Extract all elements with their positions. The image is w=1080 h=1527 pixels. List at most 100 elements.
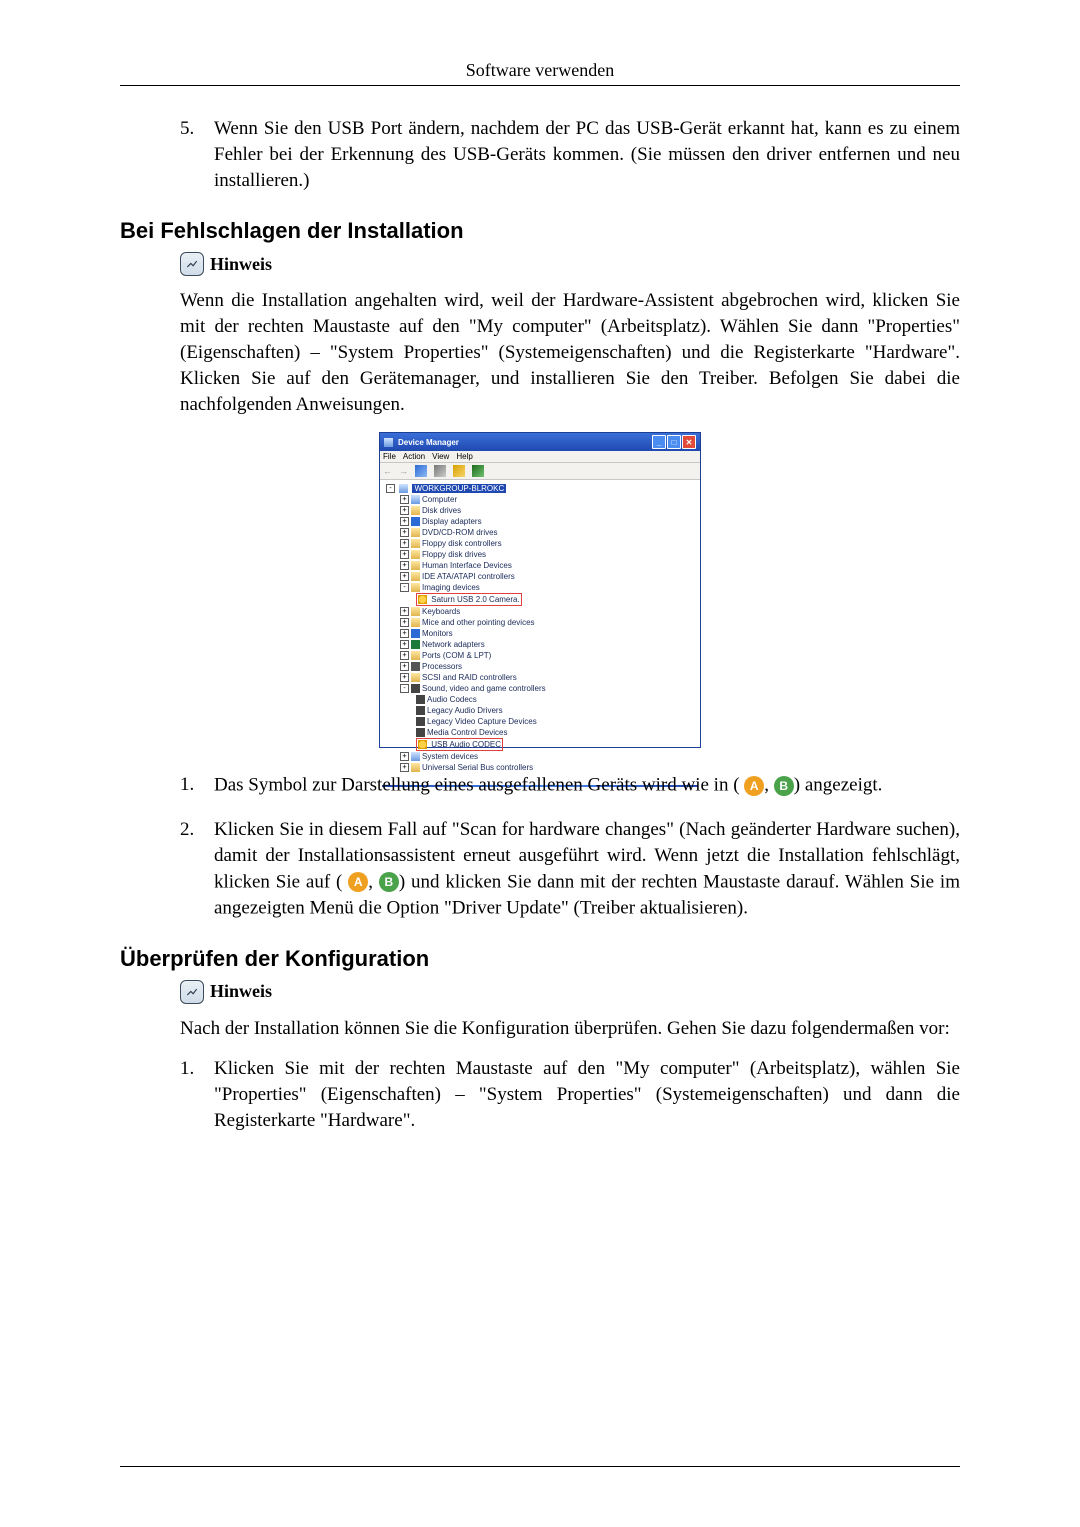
toggle-icon[interactable]: - [400, 684, 409, 693]
tree-item[interactable]: + Network adapters [400, 639, 698, 650]
tree-label: Imaging devices [422, 583, 480, 592]
nav-back-icon[interactable]: ← [383, 466, 392, 476]
device-manager-window: Device Manager _ □ ✕ File Action View He… [379, 432, 701, 748]
list-number: 2. [180, 817, 214, 922]
toggle-icon[interactable]: + [400, 673, 409, 682]
device-icon [411, 673, 420, 682]
toolbar-refresh-icon[interactable] [453, 465, 465, 477]
tree-label: IDE ATA/ATAPI controllers [422, 572, 515, 581]
maximize-button[interactable]: □ [667, 435, 681, 449]
hinweis-label: Hinweis [210, 981, 272, 1002]
toggle-icon[interactable]: + [400, 651, 409, 660]
menu-help[interactable]: Help [456, 452, 472, 461]
tree-label: Computer [422, 495, 457, 504]
dm-toolbar: ← → [380, 463, 700, 480]
toggle-icon[interactable]: + [400, 550, 409, 559]
tree-label: Network adapters [422, 640, 485, 649]
text-fragment: ) angezeigt. [794, 775, 883, 796]
list-item: 2. Klicken Sie in diesem Fall auf "Scan … [180, 817, 960, 922]
toggle-icon[interactable]: + [400, 572, 409, 581]
tree-item[interactable]: +SCSI and RAID controllers [400, 672, 698, 683]
computer-icon [399, 484, 408, 493]
tree-item[interactable]: +Monitors [400, 628, 698, 639]
text-fragment: Das Symbol zur Darstellung eines ausgefa… [214, 775, 740, 796]
tree-item[interactable]: +Processors [400, 661, 698, 672]
toggle-icon[interactable]: + [400, 629, 409, 638]
footer-divider [120, 1466, 960, 1467]
tree-item[interactable]: +DVD/CD-ROM drives [400, 527, 698, 538]
toolbar-print-icon[interactable] [434, 465, 446, 477]
tree-item[interactable]: + Display adapters [400, 516, 698, 527]
device-icon [416, 717, 425, 726]
tree-label: Floppy disk drives [422, 550, 486, 559]
tree-item[interactable]: Legacy Audio Drivers [416, 705, 698, 716]
tree-label: Human Interface Devices [422, 561, 512, 570]
minimize-button[interactable]: _ [652, 435, 666, 449]
section-title-check-config: Überprüfen der Konfiguration [120, 946, 960, 972]
device-icon [411, 506, 420, 515]
device-icon [416, 728, 425, 737]
tree-item[interactable]: + System devices [400, 751, 698, 762]
badge-a-icon: A [744, 776, 764, 796]
device-icon [411, 640, 420, 649]
note-icon [180, 252, 204, 276]
text-fragment: , [764, 775, 769, 796]
badge-b-icon: B [379, 872, 399, 892]
toolbar-scan-icon[interactable] [472, 465, 484, 477]
page-header: Software verwenden [120, 60, 960, 81]
tree-item[interactable]: +Floppy disk controllers [400, 538, 698, 549]
tree-item[interactable]: + Human Interface Devices [400, 560, 698, 571]
tree-item-error[interactable]: Saturn USB 2.0 Camera. [416, 593, 698, 606]
tree-label: Mice and other pointing devices [422, 618, 535, 627]
device-icon [411, 583, 420, 592]
tree-item[interactable]: +Disk drives [400, 505, 698, 516]
tree-item[interactable]: + Computer [400, 494, 698, 505]
tree-item[interactable]: Media Control Devices [416, 727, 698, 738]
tree-item[interactable]: + Mice and other pointing devices [400, 617, 698, 628]
toggle-icon[interactable]: + [400, 607, 409, 616]
list-item: 1. Das Symbol zur Darstellung eines ausg… [180, 772, 960, 799]
menu-view[interactable]: View [432, 452, 449, 461]
tree-item[interactable]: Legacy Video Capture Devices [416, 716, 698, 727]
menu-file[interactable]: File [383, 452, 396, 461]
tree-item[interactable]: +Keyboards [400, 606, 698, 617]
toggle-icon[interactable]: + [400, 517, 409, 526]
toggle-icon[interactable]: + [400, 618, 409, 627]
tree-item[interactable]: - Sound, video and game controllers [400, 683, 698, 694]
list-number: 5. [180, 116, 214, 194]
text-fragment: klicken Sie auf ( [214, 871, 342, 892]
tree-label: System devices [422, 752, 478, 761]
tree-label: Sound, video and game controllers [422, 684, 546, 693]
tree-item[interactable]: +Ports (COM & LPT) [400, 650, 698, 661]
tree-label: Legacy Audio Drivers [427, 706, 503, 715]
tree-item[interactable]: + Floppy disk drives [400, 549, 698, 560]
tree-item[interactable]: Audio Codecs [416, 694, 698, 705]
toggle-icon[interactable]: + [400, 506, 409, 515]
toggle-icon[interactable]: + [400, 528, 409, 537]
nav-fwd-icon[interactable]: → [399, 466, 408, 476]
menu-action[interactable]: Action [403, 452, 425, 461]
toggle-icon[interactable]: + [400, 640, 409, 649]
toggle-icon[interactable]: + [400, 495, 409, 504]
tree-root[interactable]: - WORKGROUP-BLROKC [386, 483, 698, 494]
warning-icon [418, 595, 427, 604]
device-icon [411, 684, 420, 693]
toggle-icon[interactable]: - [400, 583, 409, 592]
tree-label: Media Control Devices [427, 728, 507, 737]
close-button[interactable]: ✕ [682, 435, 696, 449]
toolbar-tree-icon[interactable] [415, 465, 427, 477]
list-item-5: 5. Wenn Sie den USB Port ändern, nachdem… [180, 116, 960, 194]
tree-label: Display adapters [422, 517, 482, 526]
toggle-icon[interactable]: + [400, 662, 409, 671]
tree-item[interactable]: - Imaging devices [400, 582, 698, 593]
toggle-icon[interactable]: + [400, 561, 409, 570]
device-icon [411, 651, 420, 660]
toggle-icon[interactable]: + [400, 539, 409, 548]
dm-menubar: File Action View Help [380, 451, 700, 463]
tree-item-error[interactable]: USB Audio CODEC [416, 738, 698, 751]
device-icon [411, 495, 420, 504]
tree-label: Legacy Video Capture Devices [427, 717, 537, 726]
toggle-icon[interactable]: - [386, 484, 395, 493]
toggle-icon[interactable]: + [400, 752, 409, 761]
tree-item[interactable]: + IDE ATA/ATAPI controllers [400, 571, 698, 582]
